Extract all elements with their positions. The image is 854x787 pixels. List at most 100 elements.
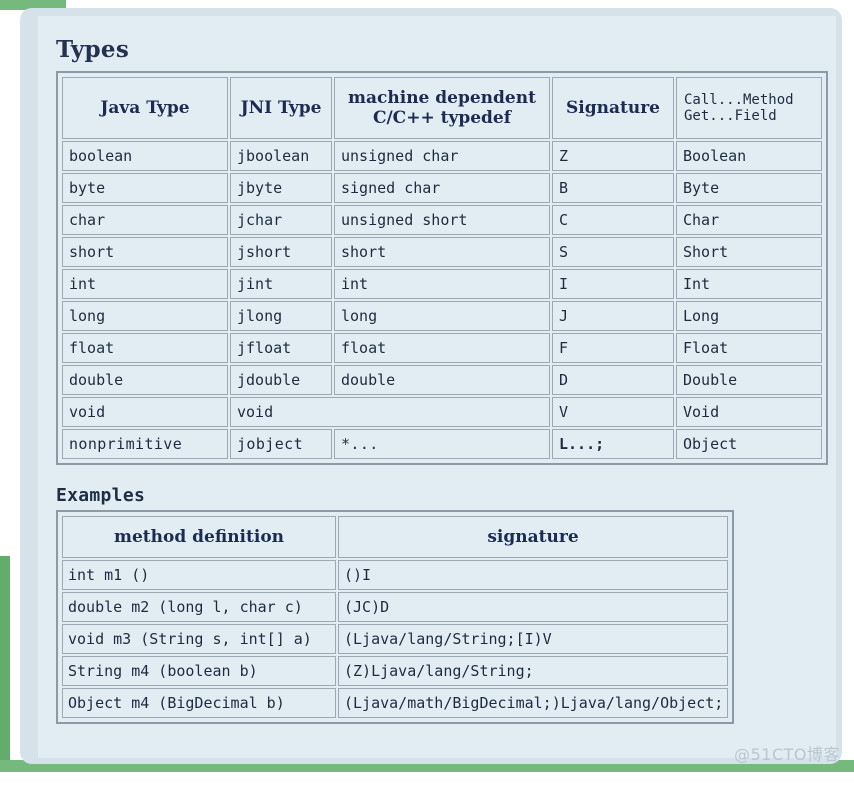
cell-accessor: Float (676, 333, 822, 364)
column-header-c-typedef: machine dependent C/C++ typedef (334, 77, 550, 140)
cell-accessor: Long (676, 301, 822, 332)
cell-java_type: int (62, 269, 228, 300)
cell-java_type: void (62, 397, 228, 428)
cell-jni_type: jboolean (230, 141, 332, 172)
table-row: long jlong long J Long (62, 301, 822, 332)
cell-signature: F (552, 333, 674, 364)
cell-signature: J (552, 301, 674, 332)
table-row: byte jbyte signed char B Byte (62, 173, 822, 204)
cell-signature: (Ljava/lang/String;[I)V (338, 624, 728, 655)
cell-method-definition: void m3 (String s, int[] a) (62, 624, 336, 655)
cell-jni_type: jshort (230, 237, 332, 268)
cell-accessor: Object (676, 429, 822, 460)
cell-accessor: Int (676, 269, 822, 300)
content-card-inner: Types Java Type JNI Type machine depende… (38, 16, 836, 758)
green-accent-left (0, 556, 10, 770)
cell-jni_type: void (230, 397, 550, 428)
accessor-line-1: Call...Method (684, 91, 794, 108)
cell-method-definition: String m4 (boolean b) (62, 656, 336, 687)
cell-jni_type: jlong (230, 301, 332, 332)
table-row: Object m4 (BigDecimal b) (Ljava/math/BigD… (62, 688, 728, 719)
table-row: char jchar unsigned short C Char (62, 205, 822, 236)
examples-section-title: Examples (56, 485, 146, 507)
cell-accessor: Byte (676, 173, 822, 204)
cell-typedef: float (334, 333, 550, 364)
page-root: Types Java Type JNI Type machine depende… (0, 0, 854, 787)
types-table-frame: Java Type JNI Type machine dependent C/C… (56, 71, 828, 466)
examples-table-frame: method definition signature int m1 () ()I… (56, 510, 734, 725)
column-header-method-definition: method definition (62, 516, 336, 559)
cell-accessor: Boolean (676, 141, 822, 172)
table-row: double jdouble double D Double (62, 365, 822, 396)
table-row: void void V Void (62, 397, 822, 428)
table-row: double m2 (long l, char c) (JC)D (62, 592, 728, 623)
examples-table-body: int m1 () ()I double m2 (long l, char c) (J… (62, 560, 728, 719)
cell-method-definition: Object m4 (BigDecimal b) (62, 688, 336, 719)
cell-method-definition: double m2 (long l, char c) (62, 592, 336, 623)
c-typedef-line-2: C/C++ typedef (372, 108, 512, 129)
cell-java_type: boolean (62, 141, 228, 172)
column-header-java-type: Java Type (62, 77, 228, 140)
cell-signature: C (552, 205, 674, 236)
c-typedef-line-1: machine dependent (348, 88, 536, 108)
cell-jni_type: jobject (230, 429, 332, 460)
site-watermark: @51CTO博客 (734, 745, 840, 764)
cell-jni_type: jbyte (230, 173, 332, 204)
cell-typedef: int (334, 269, 550, 300)
cell-signature: B (552, 173, 674, 204)
cell-signature: D (552, 365, 674, 396)
cell-jni_type: jfloat (230, 333, 332, 364)
cell-java_type: short (62, 237, 228, 268)
column-header-signature: Signature (552, 77, 674, 140)
examples-table: method definition signature int m1 () ()I… (60, 514, 730, 721)
table-row: short jshort short S Short (62, 237, 822, 268)
cell-jni_type: jchar (230, 205, 332, 236)
cell-jni_type: jdouble (230, 365, 332, 396)
types-table-head: Java Type JNI Type machine dependent C/C… (62, 77, 822, 140)
cell-accessor: Short (676, 237, 822, 268)
cell-signature: (Ljava/math/BigDecimal;)Ljava/lang/Objec… (338, 688, 728, 719)
cell-typedef: short (334, 237, 550, 268)
cell-accessor: Char (676, 205, 822, 236)
cell-jni_type: jint (230, 269, 332, 300)
table-row: int jint int I Int (62, 269, 822, 300)
accessor-line-2: Get...Field (684, 108, 777, 125)
cell-java_type: char (62, 205, 228, 236)
cell-signature: Z (552, 141, 674, 172)
types-section-title: Types (56, 36, 130, 63)
types-table: Java Type JNI Type machine dependent C/C… (60, 75, 824, 462)
cell-signature: (JC)D (338, 592, 728, 623)
column-header-accessor: Call...Method Get...Field (676, 77, 822, 140)
cell-signature: S (552, 237, 674, 268)
cell-typedef: unsigned char (334, 141, 550, 172)
cell-typedef: unsigned short (334, 205, 550, 236)
cell-typedef: long (334, 301, 550, 332)
types-table-body: boolean jboolean unsigned char Z Boolean byte… (62, 141, 822, 460)
column-header-example-signature: signature (338, 516, 728, 559)
cell-typedef: double (334, 365, 550, 396)
examples-header-row: method definition signature (62, 516, 728, 559)
cell-typedef: signed char (334, 173, 550, 204)
cell-java_type: float (62, 333, 228, 364)
cell-signature: (Z)Ljava/lang/String; (338, 656, 728, 687)
table-row: String m4 (boolean b) (Z)Ljava/lang/Strin… (62, 656, 728, 687)
cell-java_type: nonprimitive (62, 429, 228, 460)
cell-signature: L...; (552, 429, 674, 460)
cell-method-definition: int m1 () (62, 560, 336, 591)
content-card: Types Java Type JNI Type machine depende… (20, 8, 842, 764)
cell-java_type: double (62, 365, 228, 396)
types-header-row: Java Type JNI Type machine dependent C/C… (62, 77, 822, 140)
examples-table-head: method definition signature (62, 516, 728, 559)
cell-java_type: byte (62, 173, 228, 204)
table-row: void m3 (String s, int[] a) (Ljava/lang/S… (62, 624, 728, 655)
cell-signature: ()I (338, 560, 728, 591)
cell-typedef: *... (334, 429, 550, 460)
table-row: int m1 () ()I (62, 560, 728, 591)
column-header-jni-type: JNI Type (230, 77, 332, 140)
cell-signature: V (552, 397, 674, 428)
cell-accessor: Double (676, 365, 822, 396)
cell-java_type: long (62, 301, 228, 332)
cell-accessor: Void (676, 397, 822, 428)
table-row: float jfloat float F Float (62, 333, 822, 364)
cell-signature: I (552, 269, 674, 300)
